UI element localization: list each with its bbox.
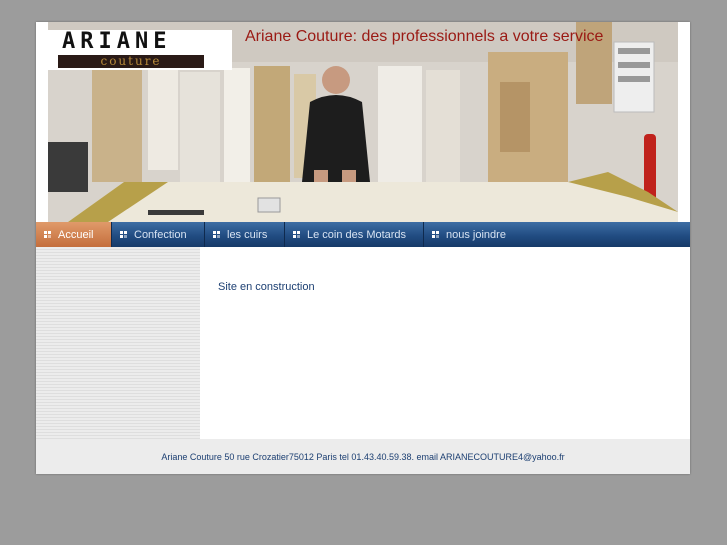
- site-slogan: Ariane Couture: des professionnels a vot…: [245, 28, 604, 45]
- nav-label-accueil: Accueil: [58, 228, 94, 241]
- left-sidebar: [36, 247, 200, 439]
- footer-contact: Ariane Couture 50 rue Crozatier75012 Par…: [161, 451, 565, 462]
- logo-banner: couture: [58, 55, 204, 68]
- nav-item-les-cuirs[interactable]: les cuirs: [205, 222, 285, 247]
- nav-item-nous-joindre[interactable]: nous joindre: [424, 222, 690, 247]
- nav-item-coin-des-motards[interactable]: Le coin des Motards: [285, 222, 424, 247]
- nav-label-confection: Confection: [134, 228, 187, 241]
- nav-label-nous-joindre: nous joindre: [446, 228, 506, 241]
- nav-label-les-cuirs: les cuirs: [227, 228, 268, 241]
- nav-label-coin-des-motards: Le coin des Motards: [307, 228, 407, 241]
- square-grid-icon: [213, 230, 221, 239]
- site-logo[interactable]: ARIANE couture: [36, 30, 232, 70]
- nav-item-accueil[interactable]: Accueil: [36, 222, 112, 247]
- main-navigation: Accueil Confection les cuirs Le coin des…: [36, 222, 690, 247]
- square-grid-icon: [120, 230, 128, 239]
- logo-wordmark: ARIANE: [62, 29, 172, 54]
- square-grid-icon: [432, 230, 440, 239]
- main-content: Site en construction: [200, 247, 690, 439]
- square-grid-icon: [293, 230, 301, 239]
- square-grid-icon: [44, 230, 52, 239]
- construction-notice: Site en construction: [218, 281, 315, 293]
- page-footer: Ariane Couture 50 rue Crozatier75012 Par…: [36, 439, 690, 474]
- header-banner: ARIANE couture Ariane Couture: des profe…: [36, 22, 690, 222]
- nav-item-confection[interactable]: Confection: [112, 222, 205, 247]
- logo-subtitle: couture: [100, 54, 162, 68]
- page-container: ARIANE couture Ariane Couture: des profe…: [36, 22, 690, 474]
